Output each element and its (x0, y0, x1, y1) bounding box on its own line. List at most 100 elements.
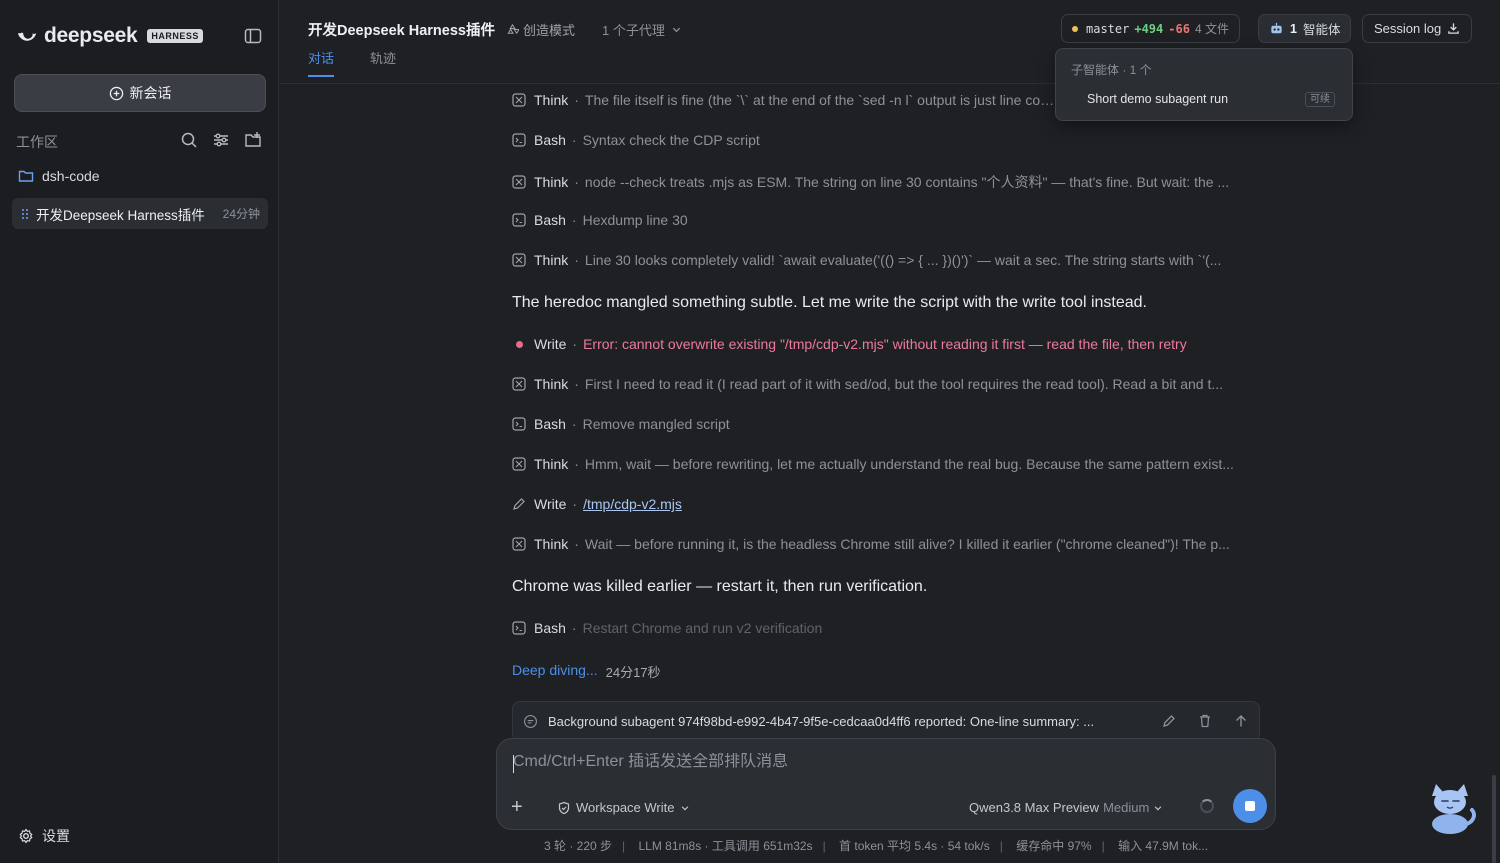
think-icon (512, 457, 526, 471)
list-item[interactable]: Bash · Restart Chrome and run v2 verifica… (512, 620, 822, 636)
message-kind: Bash (534, 132, 566, 148)
cat-mascot-icon[interactable] (1424, 780, 1480, 836)
add-attachment-button[interactable]: + (511, 797, 523, 817)
terminal-icon (512, 621, 526, 635)
search-icon[interactable] (180, 131, 198, 149)
stat-llm-time: LLM 81m8s · 工具调用 651m32s (638, 839, 813, 853)
stat-cache-hit: 缓存命中 97% (1016, 839, 1092, 853)
branch-name: master (1086, 21, 1130, 36)
model-name: Qwen3.8 Max Preview (969, 800, 1100, 815)
text-cursor (513, 755, 514, 773)
think-icon (512, 377, 526, 391)
recycle-icon (507, 23, 519, 35)
message-kind: Think (534, 174, 569, 190)
file-link[interactable]: /tmp/cdp-v2.mjs (583, 496, 682, 512)
page-title: 开发Deepseek Harness插件 (308, 23, 495, 39)
message-kind: Think (534, 252, 569, 268)
message-text: node --check treats .mjs as ESM. The str… (584, 174, 1230, 190)
brand-badge: HARNESS (147, 29, 203, 43)
reasoning-effort: Medium (1103, 800, 1150, 815)
edit-icon[interactable] (1161, 713, 1177, 729)
lines-added: +494 (1134, 21, 1164, 36)
git-branch-chip[interactable]: master +494 -66 4 文件 (1061, 14, 1240, 43)
branch-status-dot (1072, 25, 1078, 32)
message-text: Restart Chrome and run v2 verification (582, 620, 823, 636)
agent-count-button[interactable]: 1 智能体 (1258, 14, 1352, 43)
download-icon (1448, 23, 1460, 34)
resumable-badge: 可续 (1305, 92, 1335, 107)
chevron-down-icon (1154, 805, 1162, 810)
list-item[interactable]: Think · Wait — before running it, is the … (512, 536, 1230, 552)
error-text: Error: cannot overwrite existing "/tmp/c… (583, 336, 1187, 352)
usage-stats: 3 轮 · 220 步 | LLM 81m8s · 工具调用 651m32s | 首… (544, 839, 1209, 853)
message-input[interactable] (513, 753, 1233, 771)
session-time: 24分钟 (222, 207, 260, 221)
think-icon (512, 175, 526, 189)
message-kind: Bash (534, 620, 566, 636)
permission-dropdown[interactable]: Workspace Write (557, 800, 690, 815)
list-item[interactable]: Bash · Hexdump line 30 (512, 212, 688, 228)
subagent-popover: 子智能体 · 1 个 Short demo subagent run 可续 (1055, 48, 1353, 121)
permission-label: Workspace Write (576, 800, 675, 815)
message-kind: Write (534, 496, 567, 512)
drag-handle-icon[interactable] (20, 207, 30, 221)
new-chat-button[interactable]: 新会话 (14, 74, 266, 112)
terminal-icon (512, 417, 526, 431)
shield-icon (558, 801, 570, 814)
list-item[interactable]: Write · /tmp/cdp-v2.mjs (512, 496, 682, 512)
stat-turns: 3 轮 · 220 步 (544, 839, 613, 853)
assistant-paragraph: The heredoc mangled something subtle. Le… (512, 294, 1147, 311)
list-item[interactable]: Think · node --check treats .mjs as ESM. … (512, 172, 1229, 192)
think-icon (512, 253, 526, 267)
sidebar: deepseek HARNESS 新会话 工作区 dsh-code 开发Deep… (0, 0, 279, 863)
think-icon (512, 93, 526, 107)
message-text: Syntax check the CDP script (582, 132, 760, 148)
chevron-down-icon (672, 27, 681, 33)
sidebar-toggle-icon[interactable] (244, 27, 262, 45)
arrow-up-icon[interactable] (1233, 713, 1249, 729)
agent-label: 智能体 (1302, 23, 1341, 37)
message-kind: Think (534, 456, 569, 472)
assistant-paragraph: Chrome was killed earlier — restart it, … (512, 578, 928, 595)
brand-logo[interactable]: deepseek HARNESS (16, 24, 203, 48)
session-item[interactable]: 开发Deepseek Harness插件 24分钟 (12, 198, 268, 229)
list-item[interactable]: Think · Hmm, wait — before rewriting, let… (512, 456, 1234, 472)
queued-message[interactable]: Background subagent 974f98bd-e992-4b47-9… (512, 701, 1260, 741)
stat-first-token: 首 token 平均 5.4s · 54 tok/s (839, 839, 990, 853)
pencil-icon (513, 498, 525, 510)
list-item[interactable]: Think · The file itself is fine (the `\` … (512, 92, 1055, 108)
list-item[interactable]: Bash · Syntax check the CDP script (512, 132, 760, 148)
model-dropdown[interactable]: Qwen3.8 Max Preview Medium (969, 800, 1163, 815)
list-item[interactable]: Write · Error: cannot overwrite existing … (512, 336, 1187, 352)
message-kind: Think (534, 536, 569, 552)
popover-heading: 子智能体 · 1 个 (1071, 63, 1152, 77)
message-kind: Think (534, 376, 569, 392)
subagent-dropdown[interactable]: 1 个子代理 (602, 20, 682, 39)
queued-message-actions (1161, 713, 1249, 729)
session-log-button[interactable]: Session log (1362, 14, 1473, 43)
deep-diving-label: Deep diving... (512, 662, 598, 678)
message-text: Line 30 looks completely valid! `await e… (584, 252, 1222, 268)
plus-circle-icon (109, 86, 123, 100)
message-text: Hexdump line 30 (582, 212, 688, 228)
gear-icon (19, 828, 33, 844)
stop-button[interactable] (1233, 789, 1267, 823)
settings-button[interactable]: 设置 (18, 826, 70, 846)
files-changed: 4 文件 (1194, 22, 1229, 36)
loading-spinner-icon (1200, 799, 1214, 813)
tab-chat[interactable]: 对话 (308, 48, 335, 77)
elapsed-time: 24分17秒 (605, 665, 661, 680)
tab-trace[interactable]: 轨迹 (370, 48, 396, 67)
mode-indicator[interactable]: 创造模式 (506, 20, 575, 39)
folder-icon (18, 170, 34, 182)
folder-item[interactable]: dsh-code (18, 168, 100, 184)
list-item[interactable]: Think · First I need to read it (I read p… (512, 376, 1223, 392)
trash-icon[interactable] (1197, 713, 1213, 729)
scrollbar[interactable] (1492, 775, 1496, 863)
subagent-item[interactable]: Short demo subagent run (1087, 92, 1228, 106)
list-item[interactable]: Bash · Remove mangled script (512, 416, 730, 432)
settings-label: 设置 (42, 828, 70, 844)
list-item[interactable]: Think · Line 30 looks completely valid! `… (512, 252, 1221, 268)
filter-sliders-icon[interactable] (212, 131, 230, 149)
new-folder-icon[interactable] (244, 131, 262, 149)
